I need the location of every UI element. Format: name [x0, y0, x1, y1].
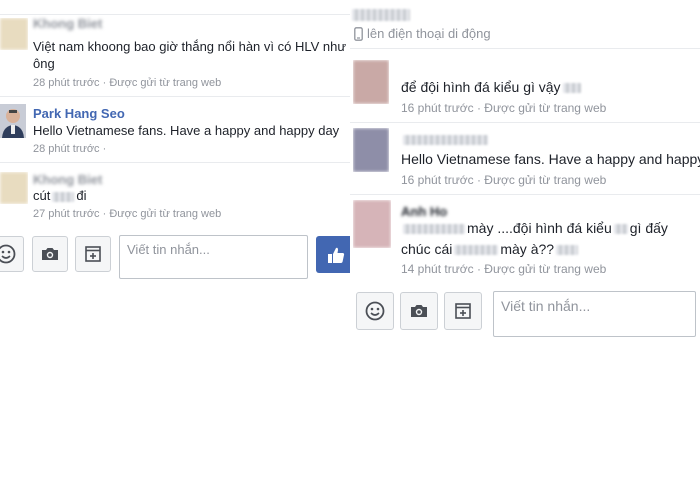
emoji-button[interactable] [356, 292, 394, 330]
redacted-header [350, 6, 410, 21]
redacted-word [556, 245, 579, 256]
message-text: Hello Vietnamese fans. Have a happy and … [33, 123, 340, 138]
message-text: để đội hình đá kiểu gì vậy [401, 78, 583, 97]
device-status-text: lên điện thoại di động [367, 26, 491, 41]
message-text-part-d: mày à?? [500, 241, 555, 257]
avatar[interactable] [353, 128, 389, 172]
sticker-icon [455, 303, 471, 319]
message-text: Hello Vietnamese fans. Have a happy and … [401, 151, 700, 167]
chat-message: Hello Vietnamese fans. Have a happy and … [350, 122, 700, 194]
emoji-button[interactable] [0, 236, 24, 272]
left-chat-panel: Khong Biet Việt nam khoong bao giờ thắng… [0, 0, 350, 500]
redacted-word [613, 224, 628, 235]
camera-icon [42, 248, 58, 260]
timestamp: 16 phút trước [401, 101, 474, 115]
message-text-end: đi [76, 188, 87, 203]
camera-icon [411, 305, 427, 317]
message-text-continued: ông [33, 56, 55, 71]
redacted-sender-name [401, 131, 490, 149]
timestamp: 16 phút trước [401, 173, 474, 187]
message-meta: 16 phút trước · Được gửi từ trang web [401, 101, 606, 115]
timestamp: 28 phút trước [33, 143, 100, 155]
message-meta: 16 phút trước · Được gửi từ trang web [401, 173, 606, 187]
message-meta: 28 phút trước · Được gửi từ trang web [33, 77, 221, 89]
smiley-icon [0, 244, 16, 264]
avatar[interactable] [353, 60, 389, 104]
redacted-word [562, 83, 581, 94]
avatar[interactable] [0, 104, 26, 138]
message-input[interactable] [493, 291, 696, 337]
sent-via: Được gửi từ trang web [109, 208, 222, 220]
sticker-icon [85, 246, 101, 262]
sent-via: Được gửi từ trang web [109, 77, 222, 89]
message-text-part-a: mày ....đội hình đá kiểu [467, 220, 612, 236]
redacted-word [454, 245, 499, 256]
chat-message: để đội hình đá kiểu gì vậy 16 phút trước… [350, 48, 700, 122]
chat-message: Khong Biet cút đi 27 phút trước · Được gử… [0, 162, 350, 226]
message-text: cút đi [33, 187, 86, 204]
like-button[interactable] [316, 236, 350, 273]
message-input[interactable] [119, 235, 308, 279]
avatar[interactable] [0, 18, 28, 50]
sent-via: Được gửi từ trang web [484, 262, 607, 276]
camera-button[interactable] [32, 236, 68, 272]
avatar[interactable] [353, 200, 391, 248]
right-chat-panel: lên điện thoại di động để đội hình đá ki… [350, 0, 700, 500]
avatar[interactable] [0, 172, 28, 204]
chat-message: Anh Ho mày ....đội hình đá kiểu gì đấy ch… [350, 194, 700, 282]
device-status: lên điện thoại di động [354, 26, 491, 41]
message-meta: 28 phút trước · [33, 143, 106, 155]
message-meta: 27 phút trước · Được gửi từ trang web [33, 208, 221, 220]
sender-name[interactable]: Anh Ho [401, 204, 447, 219]
mobile-phone-icon [354, 26, 363, 41]
camera-button[interactable] [400, 292, 438, 330]
redacted-word [52, 191, 75, 202]
message-text-start: để đội hình đá kiểu gì vậy [401, 79, 561, 95]
sender-name[interactable]: Khong Biet [33, 16, 102, 31]
chat-message: Khong Biet Việt nam khoong bao giờ thắng… [0, 14, 350, 96]
message-text: mày ....đội hình đá kiểu gì đấy [401, 219, 668, 238]
smiley-icon [365, 301, 385, 321]
chat-message: Park Hang Seo Hello Vietnamese fans. Hav… [0, 96, 350, 162]
profile-photo-icon [0, 104, 26, 138]
redacted-word [403, 224, 465, 235]
message-text-continued: chúc cái mày à?? [401, 240, 580, 259]
thumbs-up-icon [328, 247, 345, 263]
sent-via: Được gửi từ trang web [484, 173, 607, 187]
timestamp: 14 phút trước [401, 262, 474, 276]
message-text-part-b: gì đấy [629, 220, 668, 236]
timestamp: 28 phút trước [33, 77, 100, 89]
message-text: Việt nam khoong bao giờ thắng nổi hàn vì… [33, 39, 347, 54]
meta-dot: · [102, 143, 107, 155]
sent-via: Được gửi từ trang web [484, 101, 607, 115]
sticker-button[interactable] [75, 236, 111, 272]
sender-name[interactable]: Khong Biet [33, 172, 102, 187]
message-meta: 14 phút trước · Được gửi từ trang web [401, 262, 606, 276]
sticker-button[interactable] [444, 292, 482, 330]
message-text-start: cút [33, 188, 51, 203]
timestamp: 27 phút trước [33, 208, 100, 220]
sender-name[interactable]: Park Hang Seo [33, 106, 125, 121]
message-text-part-c: chúc cái [401, 241, 453, 257]
